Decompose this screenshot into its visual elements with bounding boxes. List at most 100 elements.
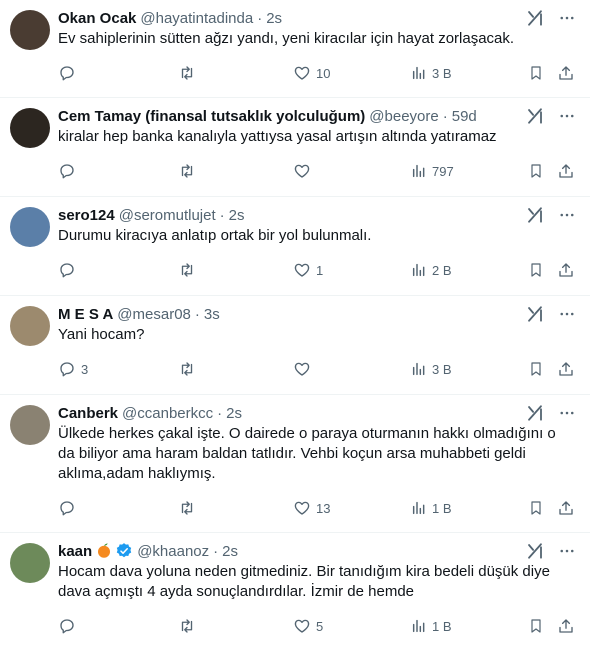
retweet-button[interactable]	[177, 616, 202, 636]
reply-button[interactable]	[58, 616, 81, 636]
separator-dot: ·	[213, 542, 219, 560]
grok-icon[interactable]	[526, 107, 544, 130]
retweet-button[interactable]	[177, 359, 202, 379]
retweet-button[interactable]	[177, 63, 202, 83]
tweet-text: Hocam dava yoluna neden gitmediniz. Bir …	[58, 563, 550, 600]
tweet-5[interactable]: Canberk @ccanberkcc · 2s Ülkede herkes çakal…	[0, 395, 590, 533]
retweet-icon	[177, 617, 197, 635]
author-name[interactable]: kaan	[58, 543, 92, 560]
tweet-text: Ülkede herkes çakal işte. O dairede o pa…	[58, 425, 556, 482]
like-button[interactable]: 1	[293, 260, 323, 280]
grok-icon[interactable]	[526, 206, 544, 229]
bookmark-button[interactable]	[528, 616, 544, 636]
separator-dot: ·	[219, 206, 225, 224]
bookmark-button[interactable]	[528, 359, 544, 379]
bookmark-button[interactable]	[528, 63, 544, 83]
more-options-icon[interactable]	[558, 404, 576, 427]
separator-dot: ·	[257, 9, 263, 27]
author-handle[interactable]: @hayatintadinda	[140, 10, 253, 27]
share-button[interactable]	[557, 63, 575, 83]
share-button[interactable]	[557, 616, 575, 636]
views-button[interactable]: 2 B	[411, 260, 452, 280]
avatar[interactable]	[10, 306, 50, 346]
retweet-icon	[177, 360, 197, 378]
share-button[interactable]	[557, 161, 575, 181]
avatar[interactable]	[10, 405, 50, 445]
reply-button[interactable]	[58, 260, 81, 280]
bookmark-button[interactable]	[528, 161, 544, 181]
reply-icon	[58, 64, 76, 82]
like-button[interactable]	[293, 161, 316, 181]
more-options-icon[interactable]	[558, 542, 576, 565]
avatar[interactable]	[10, 207, 50, 247]
tweet-1[interactable]: Okan Ocak @hayatintadinda · 2s Ev sahiplerin…	[0, 0, 590, 98]
share-button[interactable]	[557, 260, 575, 280]
author-name[interactable]: Cem Tamay (finansal tutsaklık yolculuğum…	[58, 108, 365, 125]
like-count: 5	[316, 618, 324, 634]
author-handle[interactable]: @khaanoz	[137, 543, 209, 560]
avatar[interactable]	[10, 108, 50, 148]
views-count: 3 B	[432, 65, 452, 81]
views-button[interactable]: 797	[411, 161, 454, 181]
bookmark-button[interactable]	[528, 260, 544, 280]
author-handle[interactable]: @ccanberkcc	[122, 405, 213, 422]
reply-button[interactable]	[58, 63, 81, 83]
timestamp[interactable]: 2s	[222, 543, 238, 560]
bookmark-button[interactable]	[528, 498, 544, 518]
grok-icon[interactable]	[526, 542, 544, 565]
retweet-button[interactable]	[177, 260, 202, 280]
views-count: 1 B	[432, 618, 452, 634]
timestamp[interactable]: 3s	[204, 306, 220, 323]
views-button[interactable]: 3 B	[411, 63, 452, 83]
action-bar: 1 2 B	[58, 250, 574, 290]
more-options-icon[interactable]	[558, 107, 576, 130]
retweet-icon	[177, 162, 197, 180]
retweet-button[interactable]	[177, 161, 202, 181]
views-button[interactable]: 3 B	[411, 359, 452, 379]
share-button[interactable]	[557, 359, 575, 379]
more-options-icon[interactable]	[558, 9, 576, 32]
timestamp[interactable]: 59d	[452, 108, 477, 125]
timestamp[interactable]: 2s	[229, 207, 245, 224]
reply-icon	[58, 162, 76, 180]
views-button[interactable]: 1 B	[411, 498, 452, 518]
reply-button[interactable]	[58, 498, 81, 518]
retweet-button[interactable]	[177, 498, 202, 518]
bookmark-icon	[528, 162, 544, 180]
author-name[interactable]: Okan Ocak	[58, 10, 136, 27]
more-options-icon[interactable]	[558, 305, 576, 328]
timestamp[interactable]: 2s	[266, 10, 282, 27]
like-button[interactable]: 10	[293, 63, 330, 83]
reply-button[interactable]	[58, 161, 81, 181]
grok-icon[interactable]	[526, 404, 544, 427]
author-handle[interactable]: @seromutlujet	[119, 207, 216, 224]
like-count: 13	[316, 500, 331, 516]
more-options-icon[interactable]	[558, 206, 576, 229]
tweet-6[interactable]: kaan @khaanoz · 2s Hocam dava yoluna neden g…	[0, 533, 590, 657]
tweet-2[interactable]: Cem Tamay (finansal tutsaklık yolculuğum…	[0, 98, 590, 197]
heart-icon	[293, 64, 311, 82]
like-button[interactable]: 5	[293, 616, 323, 636]
reply-button[interactable]: 3	[58, 359, 88, 379]
tweet-4[interactable]: M E S A @mesar08 · 3s Yani hocam? 3 3 B	[0, 296, 590, 395]
views-button[interactable]: 1 B	[411, 616, 452, 636]
like-button[interactable]: 13	[293, 498, 330, 518]
avatar[interactable]	[10, 543, 50, 583]
action-bar: 797	[58, 151, 574, 191]
author-name[interactable]: sero124	[58, 207, 115, 224]
tweet-3[interactable]: sero124 @seromutlujet · 2s Durumu kiracıya a…	[0, 197, 590, 296]
avatar[interactable]	[10, 10, 50, 50]
tweet-text: Durumu kiracıya anlatıp ortak bir yol bu…	[58, 227, 372, 244]
grok-icon[interactable]	[526, 305, 544, 328]
author-name[interactable]: M E S A	[58, 306, 113, 323]
like-button[interactable]	[293, 359, 316, 379]
author-handle[interactable]: @mesar08	[117, 306, 191, 323]
share-button[interactable]	[557, 498, 575, 518]
timestamp[interactable]: 2s	[226, 405, 242, 422]
action-bar: 13 1 B	[58, 488, 574, 528]
author-handle[interactable]: @beeyore	[369, 108, 438, 125]
action-bar: 3 3 B	[58, 349, 574, 389]
grok-icon[interactable]	[526, 9, 544, 32]
share-icon	[557, 162, 575, 180]
author-name[interactable]: Canberk	[58, 405, 118, 422]
